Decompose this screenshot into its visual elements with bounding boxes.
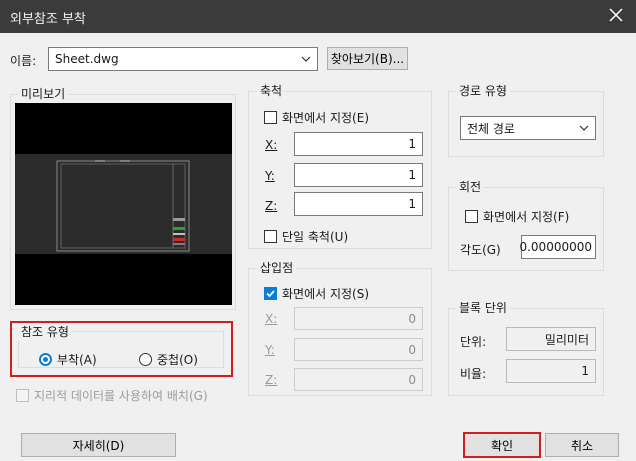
scale-z-input[interactable]: 1 bbox=[294, 192, 423, 216]
title-bar: 외부참조 부착 bbox=[0, 0, 636, 33]
insert-specify-label: 화면에서 지정(S) bbox=[282, 287, 370, 301]
preview-label: 미리보기 bbox=[18, 85, 69, 102]
ref-type-label: 참조 유형 bbox=[18, 323, 72, 340]
scale-specify-checkbox[interactable]: 화면에서 지정(E) bbox=[264, 109, 369, 126]
insert-x-label: X: bbox=[265, 312, 278, 326]
overlay-label: 중첩(O) bbox=[157, 353, 198, 367]
unit-label: 단위: bbox=[460, 335, 487, 349]
geo-checkbox-box bbox=[16, 389, 29, 402]
unit-value: 밀리미터 bbox=[506, 327, 596, 351]
path-type-select[interactable]: 전체 경로 bbox=[460, 116, 596, 140]
chevron-down-icon bbox=[579, 125, 589, 131]
scale-z-label: Z: bbox=[265, 199, 278, 213]
scale-specify-box[interactable] bbox=[264, 111, 277, 124]
uniform-scale-box[interactable] bbox=[264, 230, 277, 243]
overlay-radio[interactable]: 중첩(O) bbox=[139, 351, 198, 368]
insert-z-input: 0 bbox=[294, 368, 423, 391]
factor-value: 1 bbox=[506, 359, 596, 383]
uniform-scale-checkbox[interactable]: 단일 축척(U) bbox=[264, 228, 348, 245]
scale-y-label: Y: bbox=[265, 169, 275, 183]
insert-y-label: Y: bbox=[265, 343, 275, 357]
check-icon bbox=[266, 290, 275, 298]
name-combobox[interactable]: Sheet.dwg bbox=[48, 47, 318, 71]
scale-label: 축척 bbox=[257, 82, 286, 99]
insert-specify-box[interactable] bbox=[264, 287, 277, 300]
insert-x-input: 0 bbox=[294, 307, 423, 330]
rotation-specify-label: 화면에서 지정(F) bbox=[483, 210, 570, 224]
path-type-label: 경로 유형 bbox=[456, 82, 510, 99]
window-title: 외부참조 부착 bbox=[10, 12, 86, 27]
scale-x-input[interactable]: 1 bbox=[294, 132, 423, 156]
path-type-value: 전체 경로 bbox=[467, 121, 515, 136]
close-icon[interactable] bbox=[604, 3, 628, 27]
scale-y-input[interactable]: 1 bbox=[294, 163, 423, 187]
insert-z-label: Z: bbox=[265, 373, 278, 387]
factor-label: 비율: bbox=[460, 367, 487, 381]
attach-radio-button[interactable] bbox=[39, 353, 52, 366]
uniform-scale-label: 단일 축척(U) bbox=[282, 230, 349, 244]
overlay-radio-button[interactable] bbox=[139, 353, 152, 366]
geo-checkbox: 지리적 데이터를 사용하여 배치(G) bbox=[16, 387, 208, 404]
block-unit-label: 블록 단위 bbox=[456, 299, 510, 316]
geo-label: 지리적 데이터를 사용하여 배치(G) bbox=[34, 389, 208, 403]
browse-button[interactable]: 찾아보기(B)... bbox=[327, 47, 408, 70]
insert-y-input: 0 bbox=[294, 338, 423, 361]
scale-specify-label: 화면에서 지정(E) bbox=[282, 111, 370, 125]
attach-label: 부착(A) bbox=[57, 353, 97, 367]
chevron-down-icon bbox=[301, 56, 311, 62]
angle-input[interactable]: 0.00000000 bbox=[519, 235, 596, 259]
preview-image bbox=[15, 103, 232, 305]
attach-radio[interactable]: 부착(A) bbox=[39, 351, 97, 368]
insert-label: 삽입점 bbox=[257, 259, 297, 276]
insert-specify-checkbox[interactable]: 화면에서 지정(S) bbox=[264, 285, 369, 302]
drawing-thumbnail bbox=[15, 154, 232, 254]
name-label: 이름: bbox=[10, 54, 37, 68]
details-button[interactable]: 자세히(D) bbox=[21, 433, 176, 457]
scale-x-label: X: bbox=[265, 138, 278, 152]
angle-label: 각도(G) bbox=[460, 243, 501, 257]
ok-button[interactable]: 확인 bbox=[463, 432, 541, 458]
name-value: Sheet.dwg bbox=[55, 52, 119, 66]
rotation-specify-box[interactable] bbox=[465, 210, 478, 223]
cancel-button[interactable]: 취소 bbox=[545, 433, 619, 457]
rotation-specify-checkbox[interactable]: 화면에서 지정(F) bbox=[465, 208, 569, 225]
rotation-label: 회전 bbox=[456, 178, 485, 195]
